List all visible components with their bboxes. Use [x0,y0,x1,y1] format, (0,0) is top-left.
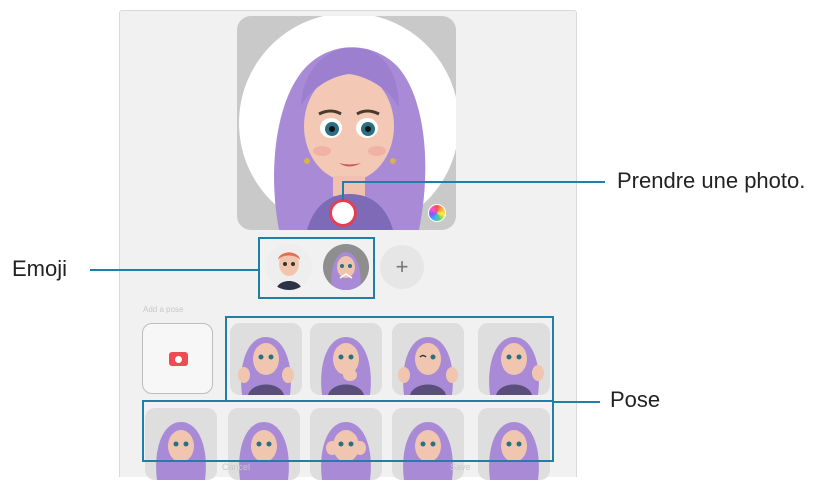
pose-callout-box-top [225,316,554,402]
emoji-callout-box [258,237,375,299]
callout-pose: Pose [610,387,661,412]
callout-take-photo: Prendre une photo. [617,168,806,193]
camera-tile[interactable] [142,323,213,394]
avatar-preview-image [239,16,456,230]
avatar-preview [237,16,456,230]
callout-emoji: Emoji [12,256,68,281]
save-button[interactable]: Save [450,462,471,472]
cancel-button[interactable]: Cancel [222,462,250,472]
color-palette-icon[interactable] [428,204,446,222]
shutter-button-icon[interactable] [329,199,357,227]
camera-icon [169,352,188,366]
plus-icon: + [395,254,409,279]
pose-callout-box-bottom [142,400,554,462]
add-emoji-button[interactable]: + [380,245,424,289]
section-label: Add a pose [143,305,184,314]
